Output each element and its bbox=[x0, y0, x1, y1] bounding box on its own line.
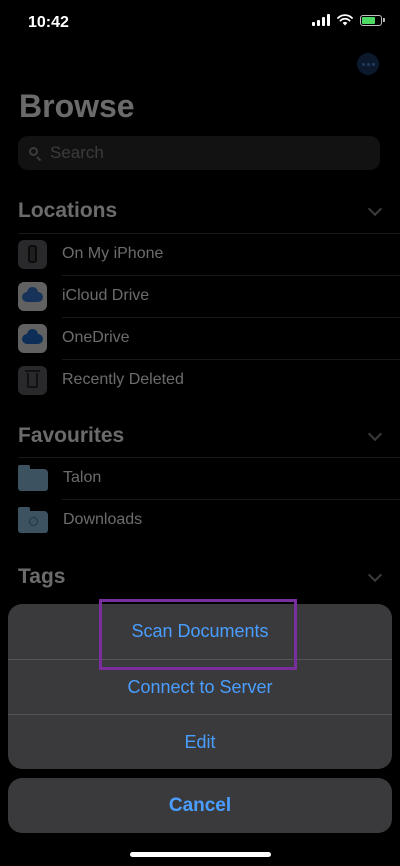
favourite-item-talon[interactable]: Talon bbox=[18, 457, 400, 499]
favourite-label: Talon bbox=[63, 469, 102, 486]
more-options-icon[interactable] bbox=[357, 53, 379, 75]
search-icon bbox=[29, 147, 41, 159]
location-item-on-my-iphone[interactable]: On My iPhone bbox=[18, 233, 400, 275]
chevron-down-icon[interactable] bbox=[367, 567, 383, 583]
section-header-tags[interactable]: Tags bbox=[18, 565, 65, 589]
section-header-locations[interactable]: Locations bbox=[18, 199, 117, 223]
folder-icon bbox=[18, 465, 48, 491]
favourite-item-downloads[interactable]: Downloads bbox=[18, 499, 400, 541]
chevron-down-icon[interactable] bbox=[367, 426, 383, 442]
location-label: Recently Deleted bbox=[62, 371, 184, 388]
wifi-icon bbox=[337, 14, 353, 26]
location-label: iCloud Drive bbox=[62, 287, 150, 304]
section-header-favourites[interactable]: Favourites bbox=[18, 424, 124, 448]
downloads-folder-icon bbox=[18, 507, 48, 533]
home-indicator bbox=[130, 852, 271, 857]
cancel-button[interactable]: Cancel bbox=[8, 778, 392, 833]
onedrive-icon bbox=[18, 323, 47, 353]
icloud-icon bbox=[18, 281, 47, 311]
chevron-down-icon[interactable] bbox=[367, 201, 383, 217]
highlight-box bbox=[99, 599, 297, 670]
location-item-recently-deleted[interactable]: Recently Deleted bbox=[18, 359, 400, 401]
location-label: OneDrive bbox=[62, 329, 130, 346]
page-title: Browse bbox=[19, 88, 135, 124]
location-item-onedrive[interactable]: OneDrive bbox=[18, 317, 400, 359]
search-placeholder: Search bbox=[50, 143, 104, 162]
status-time: 10:42 bbox=[28, 14, 69, 31]
favourite-label: Downloads bbox=[63, 511, 143, 528]
edit-button[interactable]: Edit bbox=[8, 715, 392, 769]
location-label: On My iPhone bbox=[62, 245, 164, 262]
battery-icon bbox=[360, 14, 385, 26]
cellular-signal-icon bbox=[312, 14, 330, 26]
location-item-icloud-drive[interactable]: iCloud Drive bbox=[18, 275, 400, 317]
search-input[interactable]: Search bbox=[18, 136, 380, 170]
trash-icon bbox=[18, 365, 47, 395]
phone-icon bbox=[18, 239, 47, 269]
status-icons bbox=[312, 14, 385, 26]
